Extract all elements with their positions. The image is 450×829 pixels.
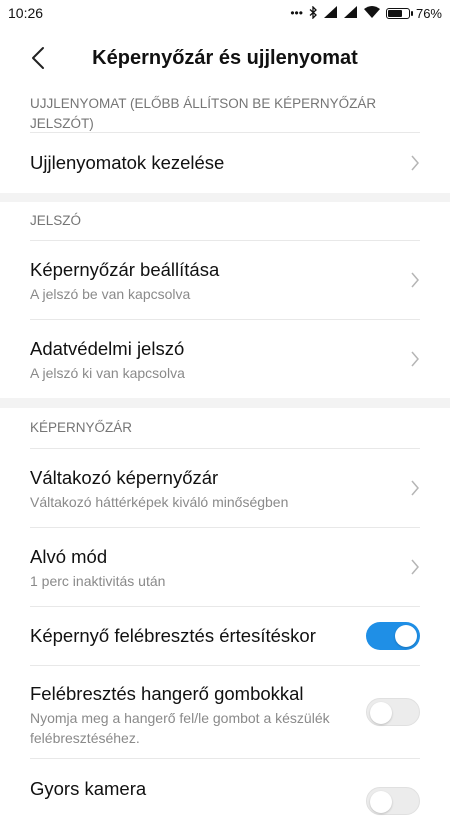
quick-camera-toggle[interactable] <box>366 787 420 815</box>
privacy-password-label: Adatvédelmi jelszó <box>30 338 185 359</box>
screen-lock-setup-item[interactable]: Képernyőzár beállítása A jelszó be van k… <box>0 241 450 319</box>
settings-list: UJJLENYOMAT (ELŐBB ÁLLÍTSON BE KÉPERNYŐZ… <box>0 90 450 829</box>
wake-on-notification-item[interactable]: Képernyő felébresztés értesítéskor <box>0 607 450 665</box>
section-gap <box>0 193 450 202</box>
wifi-icon <box>363 6 380 20</box>
status-time: 10:26 <box>8 5 44 21</box>
signal-icon <box>343 6 358 20</box>
battery-icon <box>385 7 413 19</box>
chevron-right-icon <box>411 351 419 367</box>
quick-camera-item[interactable]: Gyors kamera <box>0 759 450 829</box>
status-icons: ••• 76% <box>290 4 442 21</box>
section-header-fingerprint: UJJLENYOMAT (ELŐBB ÁLLÍTSON BE KÉPERNYŐZ… <box>30 96 377 131</box>
battery-fill <box>387 9 402 17</box>
dots-icon: ••• <box>290 6 303 20</box>
toggle-knob <box>370 791 392 813</box>
page-title: Képernyőzár és ujjlenyomat <box>92 46 358 69</box>
sleep-mode-label: Alvó mód <box>30 546 108 567</box>
privacy-password-status: A jelszó ki van kapcsolva <box>30 365 185 381</box>
toggle-knob <box>395 625 417 647</box>
signal-icon <box>323 6 338 20</box>
rotating-lockscreen-description: Váltakozó háttérképek kiváló minőségben <box>30 494 289 510</box>
bluetooth-icon <box>309 4 318 21</box>
wake-on-notification-label: Képernyő felébresztés értesítéskor <box>30 625 316 646</box>
status-bar: 10:26 ••• 76% <box>0 0 450 26</box>
back-arrow-icon <box>32 47 44 69</box>
wake-on-notification-toggle[interactable] <box>366 622 420 650</box>
title-bar: Képernyőzár és ujjlenyomat <box>0 26 450 90</box>
sleep-mode-item[interactable]: Alvó mód 1 perc inaktivitás után <box>0 528 450 606</box>
screen-lock-setup-label: Képernyőzár beállítása <box>30 259 220 280</box>
battery-percent: 76% <box>415 5 442 21</box>
wake-volume-buttons-label: Felébresztés hangerő gombokkal <box>30 683 304 704</box>
manage-fingerprints-label: Ujjlenyomatok kezelése <box>30 152 225 173</box>
chevron-right-icon <box>411 155 419 171</box>
section-gap <box>0 398 450 408</box>
chevron-right-icon <box>411 480 419 496</box>
rotating-lockscreen-label: Váltakozó képernyőzár <box>30 467 219 488</box>
back-button[interactable] <box>24 44 52 72</box>
wake-volume-buttons-toggle[interactable] <box>366 698 420 726</box>
rotating-lockscreen-item[interactable]: Váltakozó képernyőzár Váltakozó háttérké… <box>0 449 450 527</box>
privacy-password-item[interactable]: Adatvédelmi jelszó A jelszó ki van kapcs… <box>0 320 450 398</box>
screen-lock-setup-status: A jelszó be van kapcsolva <box>30 286 191 302</box>
chevron-right-icon <box>411 272 419 288</box>
section-header-password: JELSZÓ <box>30 213 82 228</box>
toggle-knob <box>370 702 392 724</box>
section-header-screen-lock: KÉPERNYŐZÁR <box>30 420 133 435</box>
manage-fingerprints-item[interactable]: Ujjlenyomatok kezelése <box>0 133 450 193</box>
sleep-mode-value: 1 perc inaktivitás után <box>30 573 166 589</box>
quick-camera-label: Gyors kamera <box>30 778 147 799</box>
wake-volume-buttons-description: Nyomja meg a hangerő fel/le gombot a kés… <box>30 710 330 746</box>
wake-volume-buttons-item[interactable]: Felébresztés hangerő gombokkal Nyomja me… <box>0 666 450 758</box>
chevron-right-icon <box>411 559 419 575</box>
